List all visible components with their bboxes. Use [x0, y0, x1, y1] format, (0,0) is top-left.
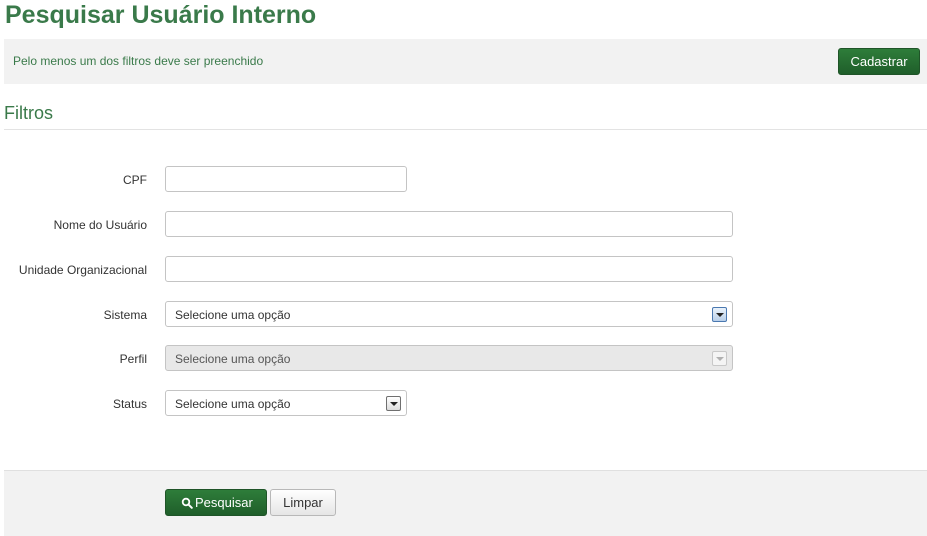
chevron-down-icon[interactable] [712, 307, 727, 322]
status-label: Status [112, 397, 147, 411]
nome-usuario-input[interactable] [165, 211, 733, 237]
status-select[interactable]: Selecione uma opção [165, 390, 407, 416]
limpar-button[interactable]: Limpar [270, 489, 336, 516]
section-title-filtros: Filtros [4, 103, 53, 123]
info-bar: Pelo menos um dos filtros deve ser preen… [4, 39, 927, 84]
status-selected-value: Selecione uma opção [175, 397, 291, 411]
unidade-organizacional-label: Unidade Organizacional [18, 263, 147, 277]
perfil-label: Perfil [119, 352, 147, 366]
form-actions-bar: Pesquisar Limpar [4, 470, 927, 536]
pesquisar-button-label: Pesquisar [195, 495, 253, 510]
perfil-selected-value: Selecione uma opção [175, 352, 291, 366]
cadastrar-button[interactable]: Cadastrar [838, 48, 920, 75]
nome-usuario-label: Nome do Usuário [53, 218, 147, 232]
chevron-down-icon [712, 351, 727, 366]
sistema-select[interactable]: Selecione uma opção [165, 301, 733, 327]
search-icon [181, 497, 193, 509]
page: Pesquisar Usuário Interno Pelo menos um … [0, 0, 927, 536]
pesquisar-button[interactable]: Pesquisar [165, 489, 267, 516]
chevron-down-icon[interactable] [386, 396, 401, 411]
sistema-label: Sistema [103, 308, 147, 322]
perfil-select: Selecione uma opção [165, 345, 733, 371]
cpf-input[interactable] [165, 166, 407, 192]
filter-hint-message: Pelo menos um dos filtros deve ser preen… [13, 54, 264, 68]
sistema-selected-value: Selecione uma opção [175, 308, 291, 322]
page-title: Pesquisar Usuário Interno [5, 1, 317, 29]
unidade-organizacional-input[interactable] [165, 256, 733, 282]
cpf-label: CPF [123, 173, 147, 187]
section-divider [4, 129, 927, 130]
